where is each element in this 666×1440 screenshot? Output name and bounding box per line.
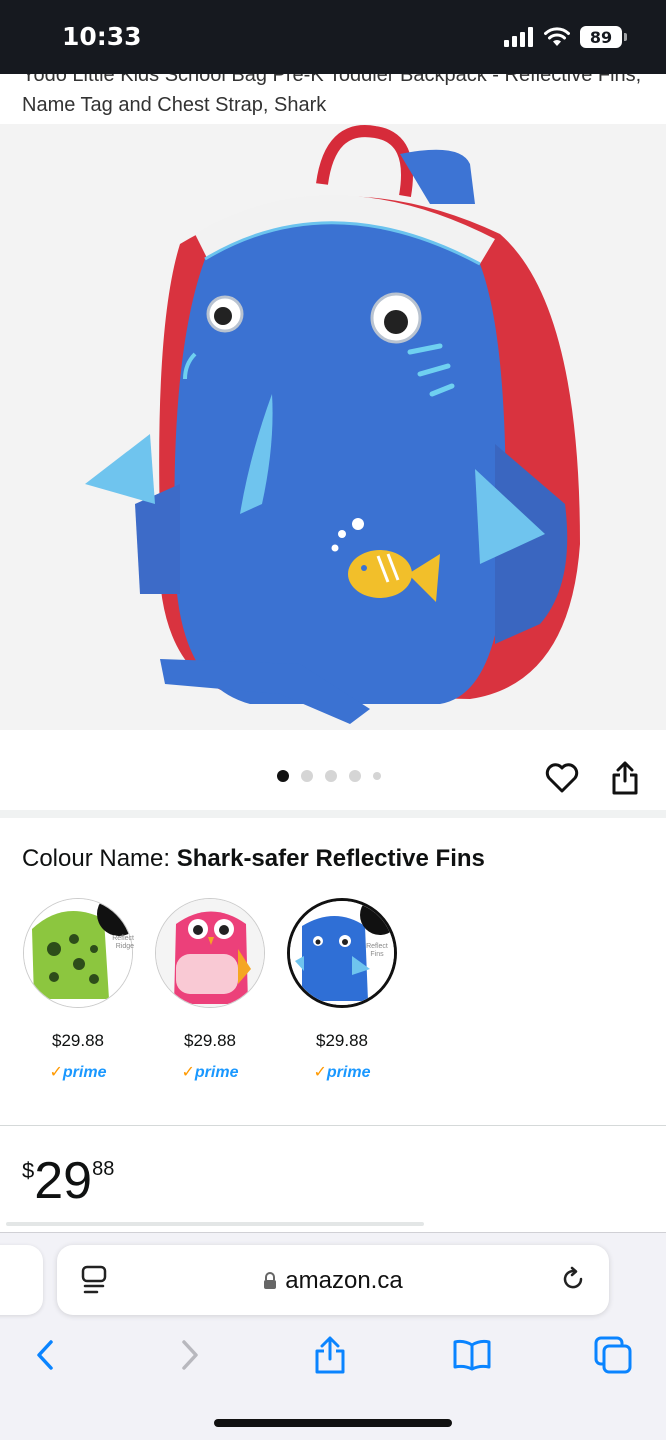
swatch-price: $29.88 — [184, 1031, 236, 1050]
shark-backpack-illustration — [85, 125, 580, 724]
share-icon[interactable] — [605, 758, 645, 798]
prime-check-icon: ✓ — [181, 1064, 195, 1081]
prime-label: prime — [194, 1064, 239, 1081]
heart-icon[interactable] — [542, 758, 582, 798]
reload-icon[interactable] — [559, 1265, 587, 1298]
url-domain: amazon.ca — [285, 1267, 403, 1294]
chevron-right-icon[interactable] — [168, 1333, 212, 1377]
price-fraction: 88 — [92, 1158, 115, 1180]
share-icon[interactable] — [308, 1333, 352, 1377]
status-bar: 10:33 89 — [0, 0, 666, 74]
battery-indicator: 89 — [580, 26, 627, 48]
carousel-dot[interactable] — [277, 770, 289, 782]
price-currency-symbol: $ — [22, 1158, 35, 1183]
url-text[interactable]: amazon.ca — [57, 1267, 609, 1297]
swatch-badge-text: Reflect Fins — [366, 943, 388, 958]
swatch-price: $29.88 — [52, 1031, 104, 1050]
previous-tab-preview[interactable] — [0, 1245, 43, 1315]
home-indicator[interactable] — [214, 1419, 452, 1427]
status-icons: 89 — [504, 26, 627, 48]
colour-name-label: Colour Name: Shark-safer Reflective Fins — [22, 845, 485, 873]
tabs-icon[interactable] — [591, 1333, 635, 1377]
product-price: $ 29 88 — [22, 1150, 114, 1212]
chevron-left-icon[interactable] — [23, 1333, 67, 1377]
prime-check-icon: ✓ — [313, 1064, 327, 1081]
lock-icon — [263, 1269, 277, 1297]
dinosaur-backpack-thumbnail — [24, 899, 132, 1007]
carousel-dot[interactable] — [301, 770, 313, 782]
prime-label: prime — [62, 1064, 107, 1081]
image-carousel-controls — [0, 730, 666, 810]
section-divider — [0, 1125, 666, 1126]
section-divider — [0, 810, 666, 818]
product-title[interactable]: Yodo Little Kids School Bag Pre-K Toddle… — [22, 74, 642, 120]
prime-badge: ✓prime — [23, 1062, 133, 1082]
product-image[interactable] — [0, 124, 666, 730]
carousel-dot[interactable] — [325, 770, 337, 782]
price-whole: 29 — [34, 1152, 93, 1210]
prime-badge: ✓prime — [155, 1062, 265, 1082]
product-title-area: Yodo Little Kids School Bag Pre-K Toddle… — [0, 74, 666, 124]
browser-toolbar: amazon.ca — [0, 1232, 666, 1440]
colour-swatch-dinosaur[interactable] — [23, 898, 133, 1008]
status-time: 10:33 — [62, 22, 142, 51]
prime-check-icon: ✓ — [49, 1064, 63, 1081]
page-scroll-indicator — [6, 1222, 424, 1226]
carousel-dot[interactable] — [349, 770, 361, 782]
colour-selected-value: Shark-safer Reflective Fins — [176, 845, 485, 872]
swatch-badge-text: Reflect Ridge — [112, 935, 134, 950]
swatch-price: $29.88 — [316, 1031, 368, 1050]
owl-backpack-thumbnail — [156, 899, 264, 1007]
colour-swatch-owl[interactable] — [155, 898, 265, 1008]
carousel-dots — [277, 770, 381, 782]
prime-label: prime — [326, 1064, 371, 1081]
address-bar[interactable]: amazon.ca — [57, 1245, 609, 1315]
prime-badge: ✓prime — [287, 1062, 397, 1082]
colour-label-prefix: Colour Name: — [22, 845, 177, 872]
signal-icon — [504, 27, 533, 47]
carousel-dot[interactable] — [373, 772, 381, 780]
book-icon[interactable] — [450, 1333, 494, 1377]
wifi-icon — [544, 27, 570, 46]
